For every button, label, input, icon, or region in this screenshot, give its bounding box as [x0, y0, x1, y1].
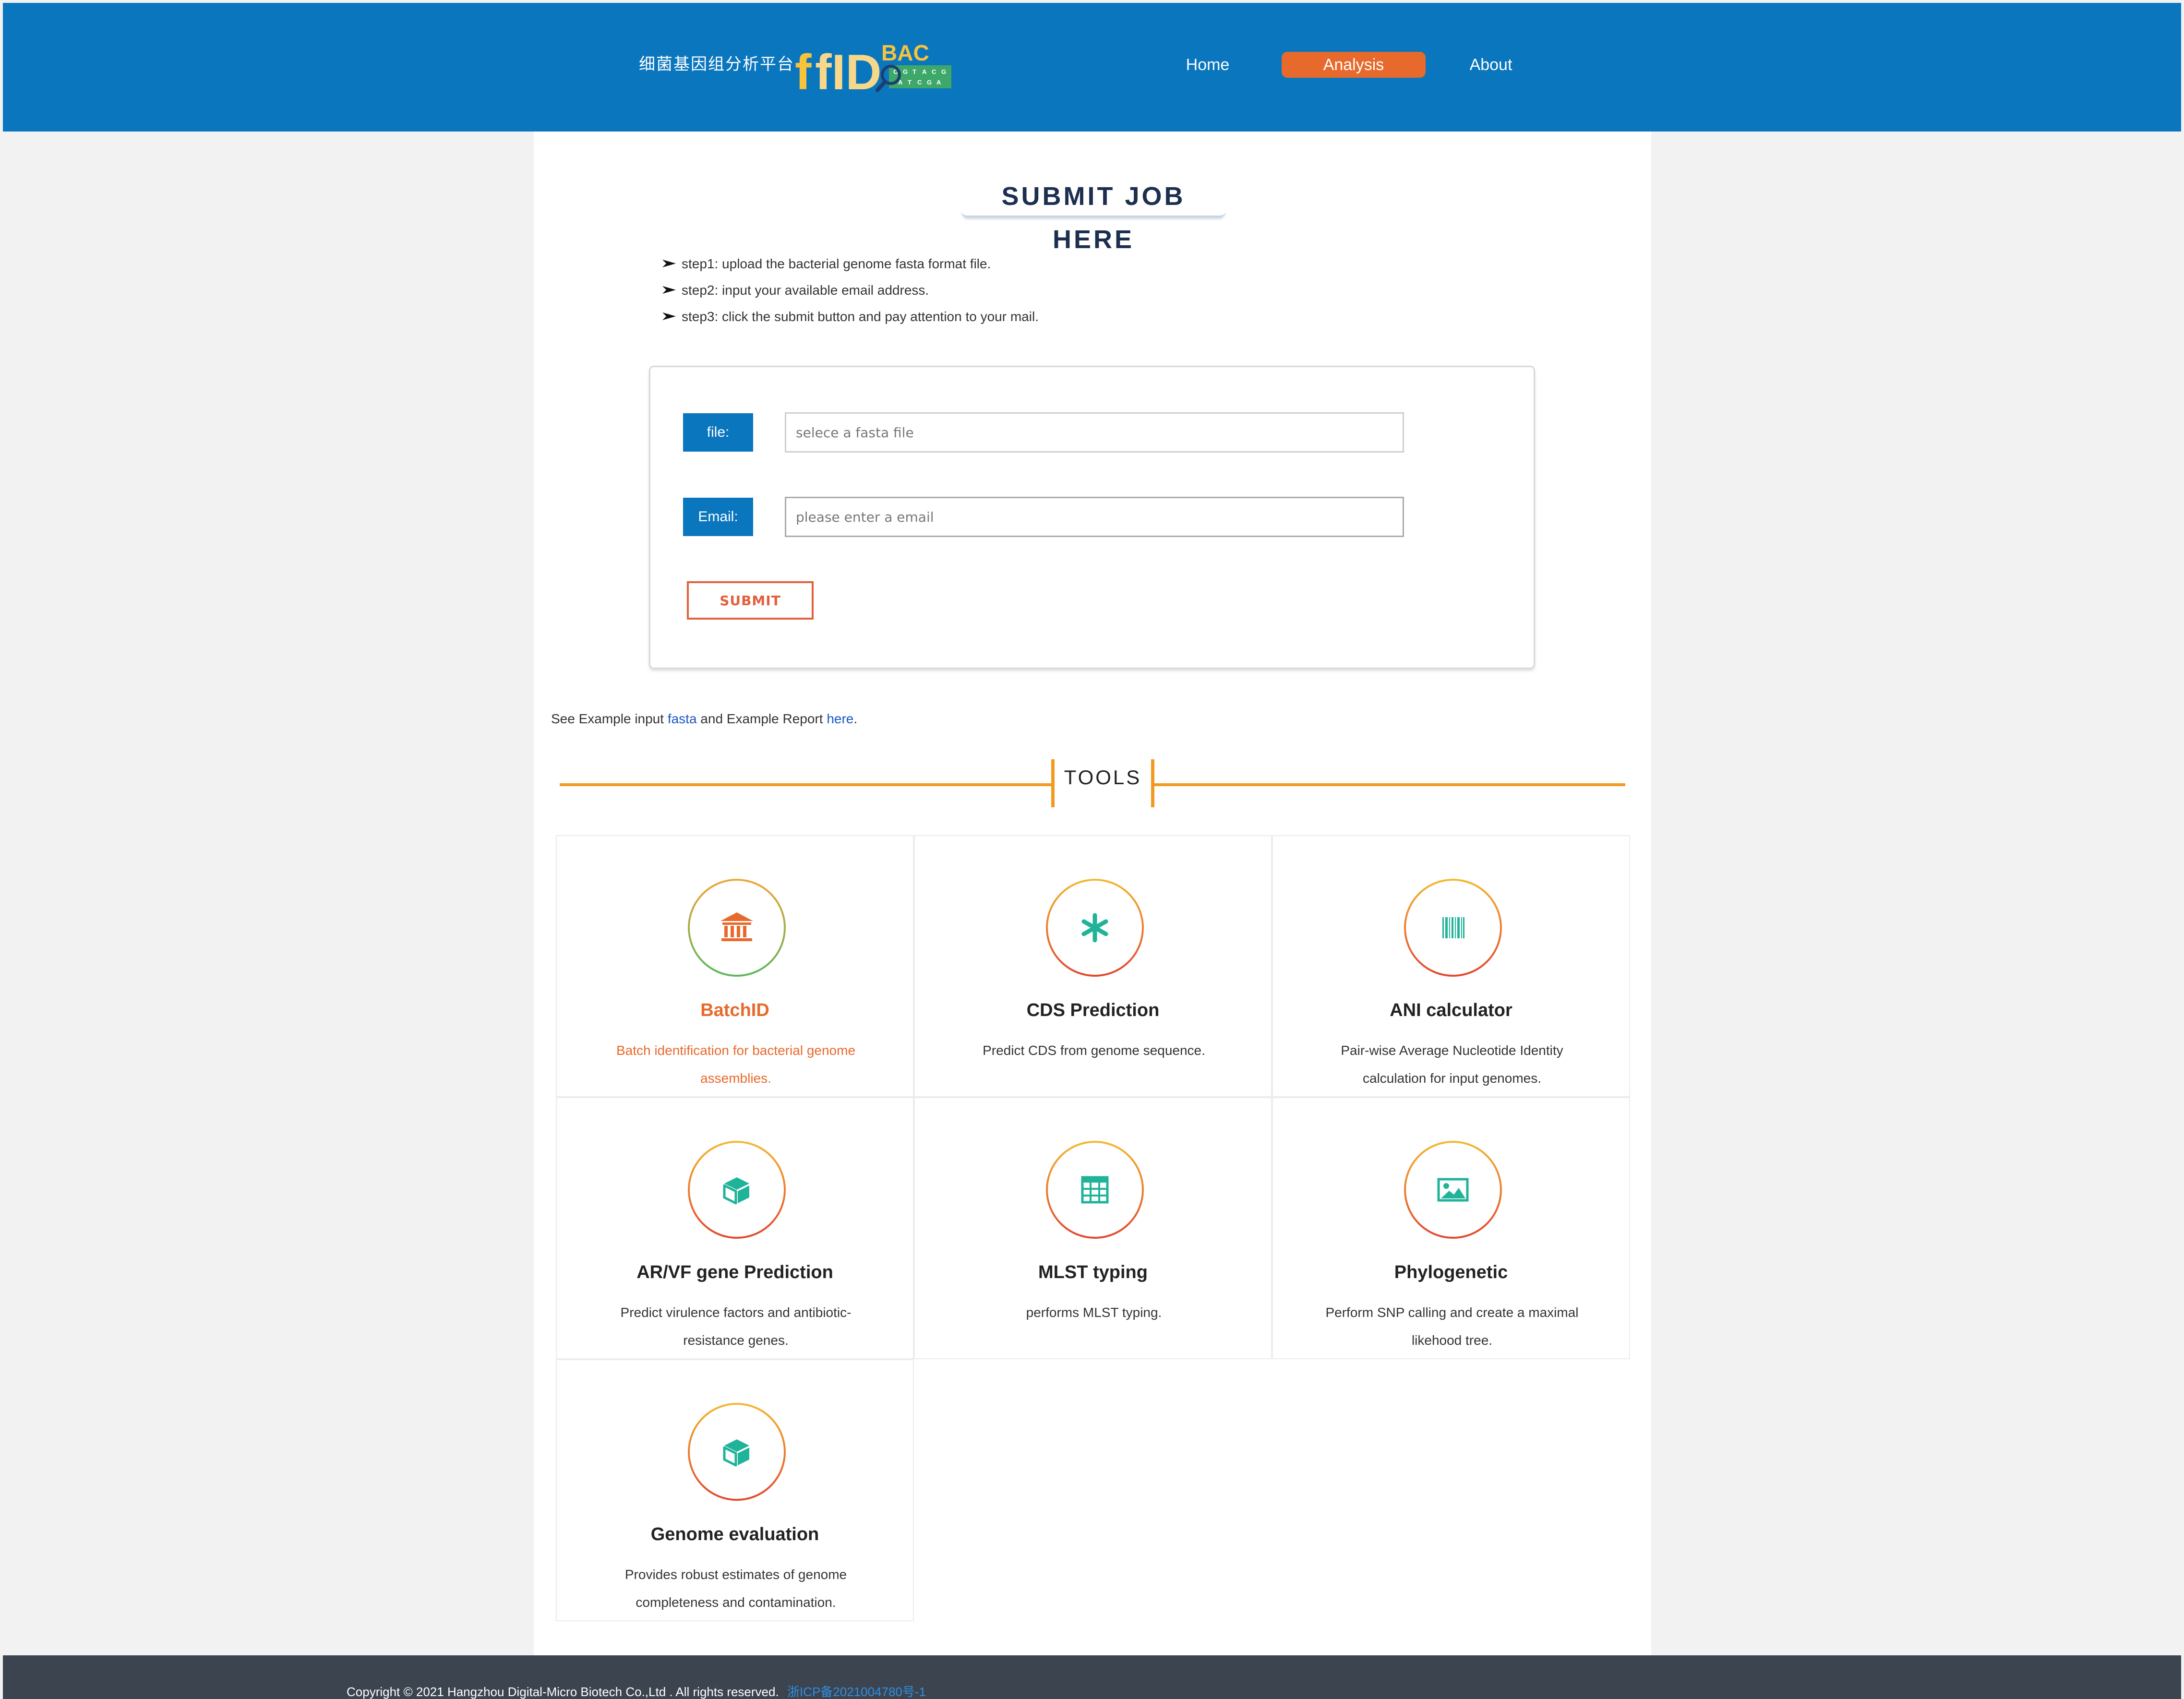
svg-text:T: T — [908, 79, 912, 86]
example-report-link[interactable]: here — [827, 711, 853, 726]
icp-link[interactable]: 浙ICP备2021004780号-1 — [787, 1685, 926, 1699]
svg-text:f: f — [795, 45, 812, 94]
footer: Copyright © 2021 Hangzhou Digital-Micro … — [3, 1655, 2181, 1699]
example-suffix: . — [853, 711, 858, 726]
tool-name: MLST typing — [1038, 1262, 1148, 1282]
tool-name: CDS Prediction — [1026, 1000, 1160, 1020]
step-text: step2: input your available email addres… — [682, 283, 929, 298]
tool-description: performs MLST typing. — [1026, 1305, 1162, 1320]
tool-description: Predict virulence factors and antibiotic… — [620, 1305, 852, 1348]
tool-name: ANI calculator — [1390, 1000, 1512, 1020]
tools-divider-bar — [1051, 759, 1055, 807]
example-middle: and Example Report — [696, 711, 827, 726]
step-text: step1: upload the bacterial genome fasta… — [682, 256, 991, 271]
example-links: See Example input fasta and Example Repo… — [551, 711, 857, 727]
tool-card-ar-vf-gene-prediction[interactable]: AR/VF gene Prediction Predict virulence … — [556, 1097, 914, 1359]
tool-description: Provides robust estimates of genome comp… — [624, 1567, 847, 1610]
submit-button[interactable]: SUBMIT — [687, 581, 814, 620]
asterisk-icon — [1081, 913, 1108, 943]
arrow-right-icon — [662, 312, 676, 320]
submit-form: file: Email: SUBMIT — [649, 366, 1535, 669]
tools-title: TOOLS — [1064, 766, 1142, 789]
svg-text:G: G — [941, 68, 946, 75]
tool-name: AR/VF gene Prediction — [636, 1262, 833, 1282]
step-item: step1: upload the bacterial genome fasta… — [662, 251, 1382, 277]
tool-card-genome-evaluation[interactable]: Genome evaluation Provides robust estima… — [556, 1359, 914, 1621]
svg-text:C: C — [917, 79, 922, 86]
tool-card-phylogenetic[interactable]: Phylogenetic Perform SNP calling and cre… — [1272, 1097, 1630, 1359]
tool-card-batchid[interactable]: BatchID Batch identification for bacteri… — [556, 835, 914, 1097]
svg-text:G: G — [927, 79, 932, 86]
email-label: Email: — [683, 498, 753, 536]
svg-text:C: C — [932, 68, 936, 75]
step-item: step2: input your available email addres… — [662, 277, 1382, 303]
picture-icon — [1437, 1178, 1469, 1202]
svg-text:G: G — [903, 68, 908, 75]
tool-card-cds-prediction[interactable]: CDS Prediction Predict CDS from genome s… — [914, 835, 1272, 1097]
copyright-text: Copyright © 2021 Hangzhou Digital-Micro … — [347, 1685, 779, 1699]
nav-home-link[interactable]: Home — [1174, 52, 1241, 78]
barcode-icon — [1442, 917, 1464, 938]
example-prefix: See Example input — [551, 711, 668, 726]
table-icon — [1081, 1176, 1109, 1204]
email-input[interactable] — [785, 497, 1404, 537]
step-text: step3: click the submit button and pay a… — [682, 309, 1039, 324]
cube-icon — [723, 1439, 749, 1467]
arrow-right-icon — [662, 286, 676, 294]
step-item: step3: click the submit button and pay a… — [662, 303, 1382, 330]
file-input[interactable] — [785, 412, 1404, 453]
tool-description: Predict CDS from genome sequence. — [983, 1043, 1205, 1058]
svg-text:fID: fID — [815, 45, 882, 94]
svg-text:A: A — [936, 79, 941, 86]
tool-name: Genome evaluation — [650, 1524, 819, 1544]
tool-description: Perform SNP calling and create a maximal… — [1325, 1305, 1579, 1348]
footer-text: Copyright © 2021 Hangzhou Digital-Micro … — [347, 1682, 926, 1699]
nav-about-link[interactable]: About — [1457, 52, 1524, 78]
tool-name: Phylogenetic — [1394, 1262, 1508, 1282]
steps-list: step1: upload the bacterial genome fasta… — [662, 251, 1382, 330]
svg-text:A: A — [922, 68, 927, 75]
bank-icon — [720, 912, 753, 941]
svg-text:BAC: BAC — [881, 40, 929, 65]
main-content: SUBMIT JOB HERE step1: upload the bacter… — [534, 132, 1651, 1655]
tool-description: Batch identification for bacterial genom… — [616, 1043, 856, 1086]
submit-job-title: SUBMIT JOB HERE — [961, 175, 1226, 254]
example-fasta-link[interactable]: fasta — [668, 711, 697, 726]
top-navbar: 细菌基因组分析平台 CGTACG ATCGA f fID BAC Home An… — [3, 3, 2181, 132]
svg-text:T: T — [912, 68, 916, 75]
fidbac-logo[interactable]: CGTACG ATCGA f fID BAC — [795, 36, 953, 94]
tool-description: Pair-wise Average Nucleotide Identity ca… — [1341, 1043, 1563, 1086]
tool-name: BatchID — [700, 1000, 769, 1020]
tool-card-mlst-typing[interactable]: MLST typing performs MLST typing. — [914, 1097, 1272, 1359]
brand-chinese-title: 细菌基因组分析平台 — [639, 55, 794, 74]
tools-divider-left — [560, 783, 1054, 786]
cube-icon — [723, 1177, 749, 1205]
arrow-right-icon — [662, 260, 676, 267]
nav-analysis-link[interactable]: Analysis — [1282, 52, 1426, 78]
file-label: file: — [683, 413, 753, 452]
tool-card-ani-calculator[interactable]: ANI calculator Pair-wise Average Nucleot… — [1272, 835, 1630, 1097]
tools-divider-right — [1152, 783, 1625, 786]
